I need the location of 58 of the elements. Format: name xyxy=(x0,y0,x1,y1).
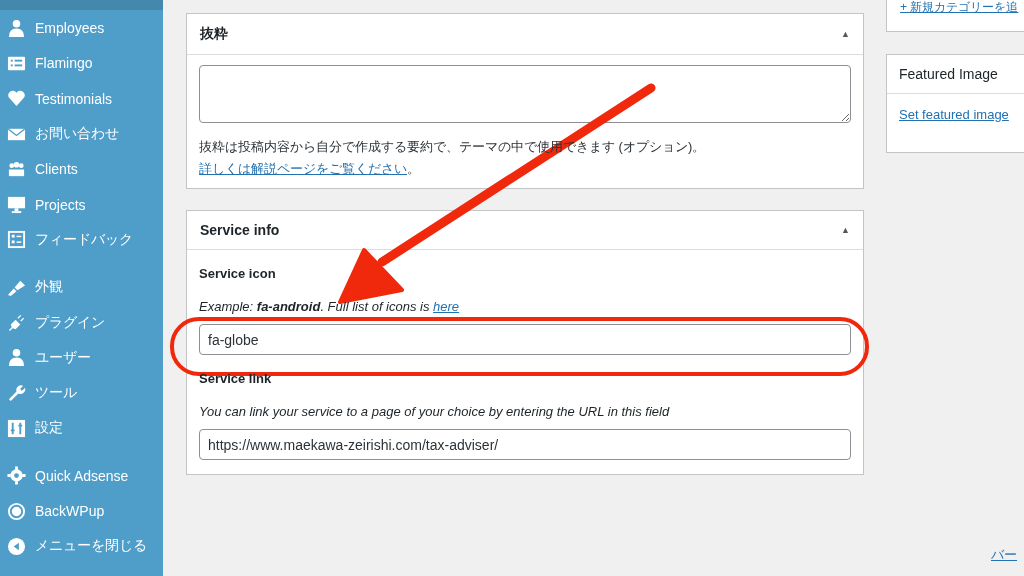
menu-label: ツール xyxy=(35,384,77,403)
field-hint: Example: fa-android. Full list of icons is here xyxy=(199,299,460,314)
sidebar-item[interactable]: ユーザー xyxy=(0,340,163,376)
menu-label: Clients xyxy=(35,161,78,178)
collapse-arrow-icon[interactable]: ▲ xyxy=(841,225,850,235)
sidebar-item[interactable]: Projects xyxy=(0,187,163,223)
help-link[interactable]: 詳しくは解説ページをご覧ください xyxy=(199,161,407,176)
monitor-icon xyxy=(7,195,26,215)
sidebar-item[interactable]: ツール xyxy=(0,375,163,411)
menu-label: BackWPup xyxy=(35,503,105,520)
plug-icon xyxy=(7,313,26,333)
sidebar-item[interactable]: 外観 xyxy=(0,269,163,305)
menu-label: Employees xyxy=(35,20,105,37)
sidebar-item[interactable]: Flamingo xyxy=(0,45,163,82)
back-icon xyxy=(7,536,26,556)
sidebar-item[interactable]: Employees xyxy=(0,10,163,46)
menu-label: プラグイン xyxy=(35,313,105,332)
form-icon xyxy=(7,230,26,250)
set-featured-image-link[interactable]: Set featured image xyxy=(899,107,1009,122)
sidebar-item[interactable]: 設定 xyxy=(0,410,163,447)
menu-label: お問い合わせ xyxy=(35,125,119,144)
menu-label: フィードバック xyxy=(35,230,133,249)
field-hint: You can link your service to a page of your choice by entering the URL in this field xyxy=(199,404,670,419)
panel-title: Featured Image xyxy=(887,55,1024,94)
bottom-link[interactable]: バー xyxy=(991,546,1017,564)
group-icon xyxy=(7,159,26,179)
wrench-icon xyxy=(7,383,26,403)
panel-title: 抜粋 xyxy=(200,25,228,43)
person-icon xyxy=(7,18,26,38)
menu-label: メニューを閉じる xyxy=(35,537,147,556)
menu-label: Quick Adsense xyxy=(35,467,129,484)
collapse-arrow-icon[interactable]: ▲ xyxy=(841,29,850,39)
sidebar-item[interactable]: Testimonials xyxy=(0,81,163,117)
sidebar-item[interactable]: お問い合わせ xyxy=(0,116,163,152)
text-input-field[interactable]: https://www.maekawa-zeirishi.com/tax-adviser/ xyxy=(199,429,851,460)
field-label: Service icon xyxy=(199,266,276,281)
circle-icon xyxy=(7,501,26,521)
excerpt-textarea[interactable] xyxy=(199,65,851,123)
sidebar-item[interactable]: Clients xyxy=(0,151,163,188)
heart-icon xyxy=(7,89,26,109)
person-icon xyxy=(7,348,26,368)
list-icon xyxy=(7,54,26,73)
sidebar-item[interactable]: プラグイン xyxy=(0,304,163,341)
menu-label: 設定 xyxy=(35,419,63,438)
gear-icon xyxy=(7,466,26,486)
menu-label: Flamingo xyxy=(35,55,93,72)
text-input-field[interactable]: fa-globe xyxy=(199,324,851,355)
sidebar-item[interactable]: フィードバック xyxy=(0,222,163,258)
sidebar-item[interactable]: メニューを閉じる xyxy=(0,528,163,564)
sliders-icon xyxy=(7,418,26,438)
menu-label: Projects xyxy=(35,196,86,213)
menu-label: Testimonials xyxy=(35,90,113,107)
icons-link[interactable]: here xyxy=(433,299,460,314)
menu-label: ユーザー xyxy=(35,348,91,367)
panel-title: Service info xyxy=(200,222,280,238)
menu-label: 外観 xyxy=(35,278,63,297)
sidebar-item[interactable]: Quick Adsense xyxy=(0,458,163,494)
sidebar-item[interactable]: BackWPup xyxy=(0,493,163,529)
